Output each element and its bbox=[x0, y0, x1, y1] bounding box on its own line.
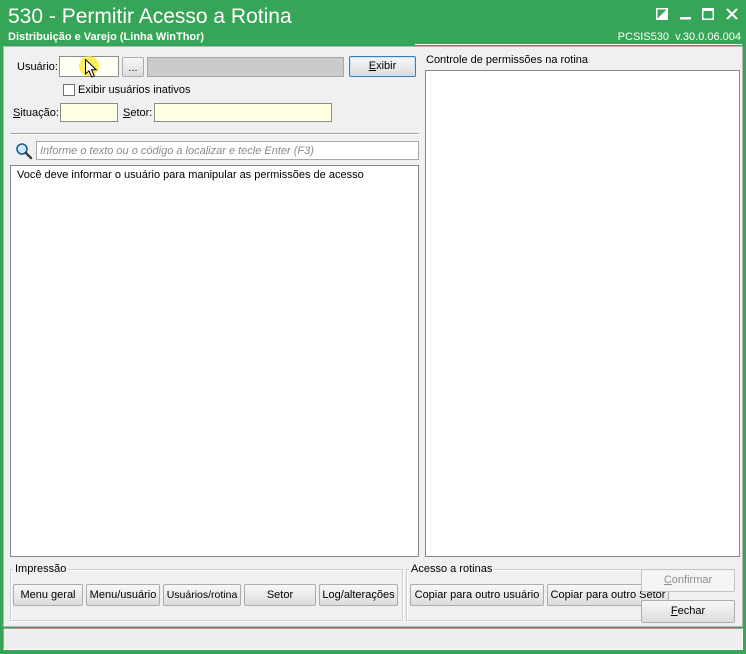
show-inactive-checkbox[interactable] bbox=[63, 84, 75, 96]
browse-user-button[interactable]: ... bbox=[122, 57, 144, 77]
setor-field[interactable] bbox=[154, 103, 332, 122]
usuarios-rotina-button[interactable]: Usuários/rotina bbox=[163, 584, 241, 606]
situacao-field[interactable] bbox=[60, 103, 118, 122]
title-divider bbox=[415, 44, 742, 45]
filter-separator bbox=[10, 133, 419, 135]
menu-geral-button[interactable]: Menu geral bbox=[13, 584, 83, 606]
application-window: 530 - Permitir Acesso a Rotina Distribui… bbox=[0, 0, 746, 654]
log-alteracoes-button[interactable]: Log/alterações bbox=[319, 584, 398, 606]
menu-usuario-button[interactable]: Menu/usuário bbox=[86, 584, 160, 606]
permissions-tree[interactable] bbox=[425, 70, 740, 557]
fechar-button[interactable]: Fechar bbox=[641, 600, 735, 623]
maximize-icon[interactable] bbox=[702, 8, 714, 20]
window-title: 530 - Permitir Acesso a Rotina bbox=[8, 5, 292, 28]
mouse-cursor-icon bbox=[85, 58, 98, 79]
version-label: PCSIS530 v.30.0.06.004 bbox=[617, 31, 741, 43]
minimize-icon[interactable] bbox=[680, 8, 692, 20]
copy-to-user-button[interactable]: Copiar para outro usuário bbox=[410, 584, 544, 606]
usuario-name-field bbox=[147, 57, 344, 77]
close-icon[interactable] bbox=[726, 8, 738, 20]
tile-icon[interactable] bbox=[656, 8, 668, 20]
acesso-rotinas-legend: Acesso a rotinas bbox=[409, 563, 495, 576]
confirmar-button[interactable]: Confirmar bbox=[641, 569, 735, 592]
setor-report-button[interactable]: Setor bbox=[244, 584, 316, 606]
routines-list[interactable]: Você deve informar o usuário para manipu… bbox=[10, 165, 419, 557]
show-inactive-label[interactable]: Exibir usuários inativos bbox=[78, 84, 191, 97]
routines-empty-message: Você deve informar o usuário para manipu… bbox=[17, 169, 364, 181]
window-subtitle: Distribuição e Varejo (Linha WinThor) bbox=[8, 31, 205, 43]
setor-label: Setor: bbox=[123, 107, 153, 119]
permissions-panel-title: Controle de permissões na rotina bbox=[426, 54, 589, 66]
impressao-legend: Impressão bbox=[13, 563, 69, 576]
search-icon[interactable] bbox=[15, 142, 33, 160]
usuario-label: Usuário: bbox=[17, 61, 58, 73]
status-bar bbox=[3, 628, 743, 650]
search-input[interactable] bbox=[36, 141, 419, 160]
situacao-label: Situação: bbox=[13, 107, 59, 119]
exibir-button[interactable]: Exibir bbox=[349, 56, 416, 77]
